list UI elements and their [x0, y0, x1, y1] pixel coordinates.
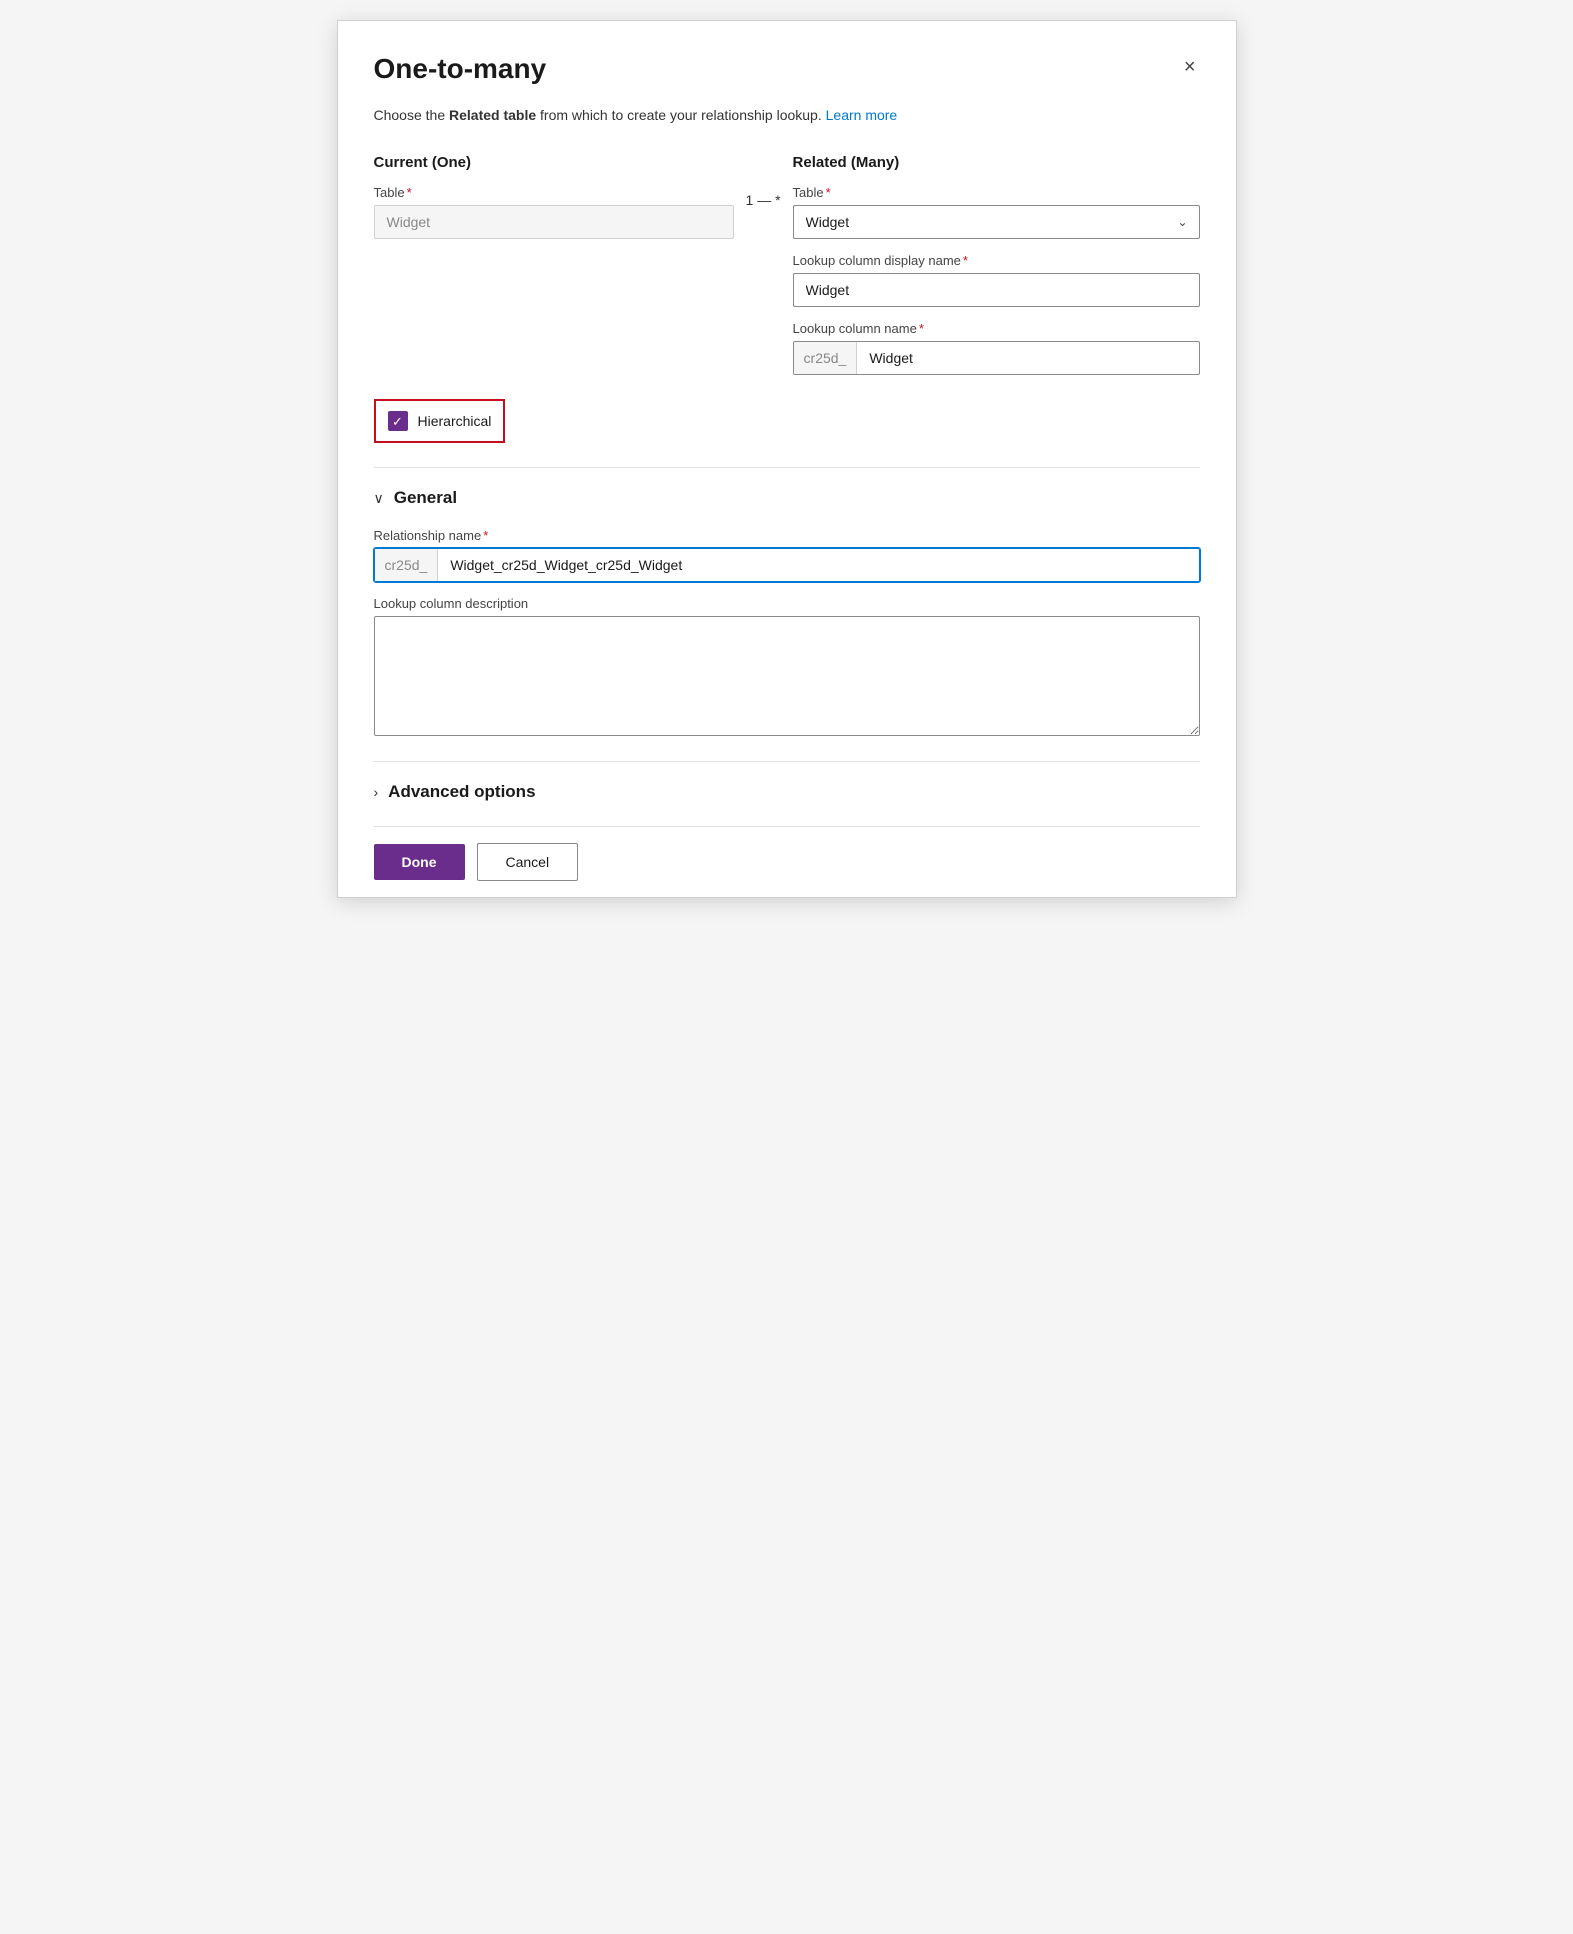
- advanced-toggle-button[interactable]: › Advanced options: [374, 782, 536, 802]
- description-bold: Related table: [449, 107, 536, 123]
- chevron-right-icon: ›: [374, 784, 379, 800]
- hierarchical-section: ✓ Hierarchical: [374, 399, 1200, 443]
- connector-left: 1: [746, 192, 754, 208]
- general-section: ∨ General Relationship name* cr25d_ Look…: [374, 488, 1200, 741]
- related-column-label: Related (Many): [793, 154, 1200, 171]
- divider-2: [374, 761, 1200, 762]
- description-text2: from which to create your relationship l…: [536, 107, 825, 123]
- divider-1: [374, 467, 1200, 468]
- advanced-section-label: Advanced options: [388, 782, 535, 802]
- lookup-display-input[interactable]: [793, 273, 1200, 307]
- lookup-name-input[interactable]: [857, 342, 1198, 374]
- lookup-name-required: *: [919, 321, 924, 336]
- current-table-value: Widget: [374, 205, 734, 239]
- current-table-label: Table*: [374, 185, 734, 200]
- dialog: One-to-many × Choose the Related table f…: [337, 20, 1237, 898]
- dialog-header: One-to-many ×: [374, 53, 1200, 85]
- lookup-display-required: *: [963, 253, 968, 268]
- description: Choose the Related table from which to c…: [374, 105, 1200, 126]
- done-button[interactable]: Done: [374, 844, 465, 880]
- hierarchical-label: Hierarchical: [418, 413, 492, 429]
- advanced-section: › Advanced options: [374, 782, 1200, 802]
- check-icon: ✓: [392, 415, 403, 428]
- current-table-required: *: [407, 185, 412, 200]
- description-field-label: Lookup column description: [374, 596, 1200, 611]
- relationship-name-label: Relationship name*: [374, 528, 1200, 543]
- related-table-select[interactable]: Widget: [793, 205, 1200, 239]
- lookup-display-label: Lookup column display name*: [793, 253, 1200, 268]
- lookup-name-prefix: cr25d_: [794, 342, 858, 374]
- learn-more-link[interactable]: Learn more: [826, 107, 898, 123]
- general-section-content: Relationship name* cr25d_ Lookup column …: [374, 528, 1200, 741]
- relationship-name-prefix: cr25d_: [375, 549, 439, 581]
- description-text1: Choose the: [374, 107, 450, 123]
- columns-row: Current (One) Table* Widget 1 — * Relate…: [374, 154, 1200, 375]
- connector-right: *: [775, 192, 780, 208]
- relationship-name-input[interactable]: [438, 549, 1198, 581]
- chevron-down-icon: ∨: [374, 490, 384, 507]
- cancel-button[interactable]: Cancel: [477, 843, 579, 881]
- connector: 1 — *: [734, 154, 793, 208]
- general-toggle-button[interactable]: ∨ General: [374, 488, 458, 508]
- current-column-label: Current (One): [374, 154, 734, 171]
- related-column: Related (Many) Table* Widget ⌄ Lookup co…: [793, 154, 1200, 375]
- general-section-label: General: [394, 488, 457, 508]
- hierarchical-checkbox-label[interactable]: ✓ Hierarchical: [374, 399, 506, 443]
- related-table-label: Table*: [793, 185, 1200, 200]
- current-column: Current (One) Table* Widget: [374, 154, 734, 239]
- lookup-name-wrapper: cr25d_: [793, 341, 1200, 375]
- lookup-name-label: Lookup column name*: [793, 321, 1200, 336]
- relationship-name-wrapper: cr25d_: [374, 548, 1200, 582]
- related-table-required: *: [826, 185, 831, 200]
- related-table-select-wrapper: Widget ⌄: [793, 205, 1200, 239]
- close-button[interactable]: ×: [1180, 53, 1200, 81]
- dialog-footer: Done Cancel: [374, 826, 1200, 897]
- close-icon: ×: [1184, 56, 1196, 78]
- relationship-name-required: *: [483, 528, 488, 543]
- connector-dash: —: [757, 192, 771, 208]
- dialog-title: One-to-many: [374, 53, 547, 85]
- description-textarea[interactable]: [374, 616, 1200, 736]
- hierarchical-checkbox[interactable]: ✓: [388, 411, 408, 431]
